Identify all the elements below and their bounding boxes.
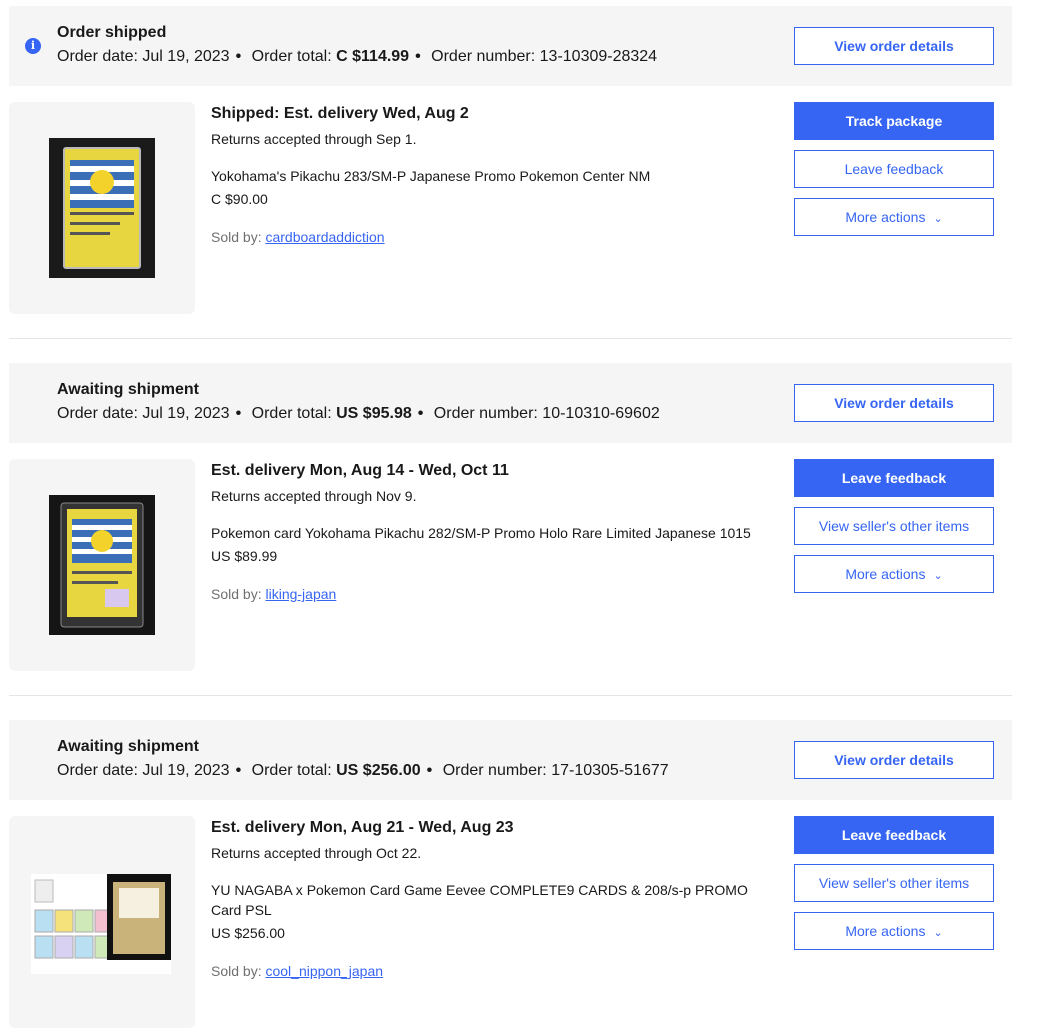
more-actions-label: More actions <box>845 923 926 939</box>
track-package-button[interactable]: Track package <box>794 102 994 140</box>
view-order-details-button[interactable]: View order details <box>794 27 994 65</box>
order-number: 17-10305-51677 <box>551 762 669 779</box>
order-status: Awaiting shipment <box>57 381 199 398</box>
order-number: 13-10309-28324 <box>539 48 658 65</box>
leave-feedback-button[interactable]: Leave feedback <box>794 459 994 497</box>
sold-by: Sold by: liking-japan <box>211 586 336 602</box>
more-actions-button[interactable]: More actions ⌄ <box>794 912 994 950</box>
order-date: Jul 19, 2023 <box>142 48 230 65</box>
seller-link[interactable]: cardboardaddiction <box>265 229 384 245</box>
order-number-label: Order number: <box>433 405 538 422</box>
more-actions-label: More actions <box>845 566 926 582</box>
order-date: Jul 19, 2023 <box>142 405 230 422</box>
item-name-link[interactable]: YU NAGABA x Pokemon Card Game Eevee COMP… <box>211 880 771 920</box>
order-date-label: Order date: <box>57 762 138 779</box>
more-actions-label: More actions <box>845 209 926 225</box>
item-image[interactable] <box>9 816 195 1028</box>
item-price: US $256.00 <box>211 925 285 941</box>
seller-link[interactable]: liking-japan <box>265 586 336 602</box>
card-image[interactable] <box>9 102 195 314</box>
item-name-link[interactable]: Yokohama's Pikachu 283/SM-P Japanese Pro… <box>211 166 771 186</box>
sold-by-label: Sold by: <box>211 963 262 979</box>
order-number-label: Order number: <box>431 48 536 65</box>
sold-by: Sold by: cardboardaddiction <box>211 229 385 245</box>
order-total: US $95.98 <box>336 405 412 422</box>
order-header: Awaiting shipment Order date: Jul 19, 20… <box>9 363 1012 443</box>
order-status: Awaiting shipment <box>57 738 199 755</box>
item-price: US $89.99 <box>211 548 278 564</box>
more-actions-button[interactable]: More actions ⌄ <box>794 555 994 593</box>
order-date-label: Order date: <box>57 48 138 65</box>
info-icon: i <box>25 38 41 54</box>
delivery-status: Est. delivery Mon, Aug 21 - Wed, Aug 23 <box>211 819 514 836</box>
view-order-details-button[interactable]: View order details <box>794 741 994 779</box>
view-seller-items-button[interactable]: View seller's other items <box>794 864 994 902</box>
view-order-details-button[interactable]: View order details <box>794 384 994 422</box>
order-total: C $114.99 <box>336 48 410 65</box>
returns-text: Returns accepted through Nov 9. <box>211 488 417 504</box>
order-total: US $256.00 <box>336 762 421 779</box>
view-seller-items-button[interactable]: View seller's other items <box>794 507 994 545</box>
divider <box>9 695 1012 696</box>
order-card-1: i Order shipped Order date: Jul 19, 2023… <box>9 6 1012 316</box>
item-image[interactable] <box>9 459 195 671</box>
chevron-down-icon: ⌄ <box>933 213 943 225</box>
leave-feedback-button[interactable]: Leave feedback <box>794 150 994 188</box>
returns-text: Returns accepted through Oct 22. <box>211 845 422 861</box>
order-date: Jul 19, 2023 <box>142 762 230 779</box>
order-meta: Order date: Jul 19, 2023 • Order total: U… <box>57 405 660 422</box>
item-price: C $90.00 <box>211 191 268 207</box>
returns-text: Returns accepted through Sep 1. <box>211 131 417 147</box>
item-image[interactable] <box>9 102 195 314</box>
order-number-label: Order number: <box>442 762 547 779</box>
divider <box>9 338 1012 339</box>
chevron-down-icon: ⌄ <box>933 927 943 939</box>
seller-link[interactable]: cool_nippon_japan <box>265 963 383 979</box>
delivery-status: Est. delivery Mon, Aug 14 - Wed, Oct 11 <box>211 462 509 479</box>
order-card-3: Awaiting shipment Order date: Jul 19, 20… <box>9 720 1012 1030</box>
order-date-label: Order date: <box>57 405 138 422</box>
order-card-2: Awaiting shipment Order date: Jul 19, 20… <box>9 363 1012 673</box>
item-name-link[interactable]: Pokemon card Yokohama Pikachu 282/SM-P P… <box>211 523 771 543</box>
leave-feedback-button[interactable]: Leave feedback <box>794 816 994 854</box>
sold-by-label: Sold by: <box>211 229 262 245</box>
chevron-down-icon: ⌄ <box>933 570 943 582</box>
order-total-label: Order total: <box>251 48 332 65</box>
card-image[interactable] <box>9 816 195 1028</box>
order-status: Order shipped <box>57 24 167 41</box>
more-actions-button[interactable]: More actions ⌄ <box>794 198 994 236</box>
order-total-label: Order total: <box>251 405 332 422</box>
order-header: Awaiting shipment Order date: Jul 19, 20… <box>9 720 1012 800</box>
order-number: 10-10310-69602 <box>542 405 660 422</box>
order-total-label: Order total: <box>251 762 332 779</box>
order-meta: Order date: Jul 19, 2023 • Order total: C… <box>57 48 658 65</box>
delivery-status: Shipped: Est. delivery Wed, Aug 2 <box>211 105 469 122</box>
sold-by: Sold by: cool_nippon_japan <box>211 963 383 979</box>
card-image[interactable] <box>9 459 195 671</box>
order-meta: Order date: Jul 19, 2023 • Order total: U… <box>57 762 669 779</box>
order-header: i Order shipped Order date: Jul 19, 2023… <box>9 6 1012 86</box>
sold-by-label: Sold by: <box>211 586 262 602</box>
